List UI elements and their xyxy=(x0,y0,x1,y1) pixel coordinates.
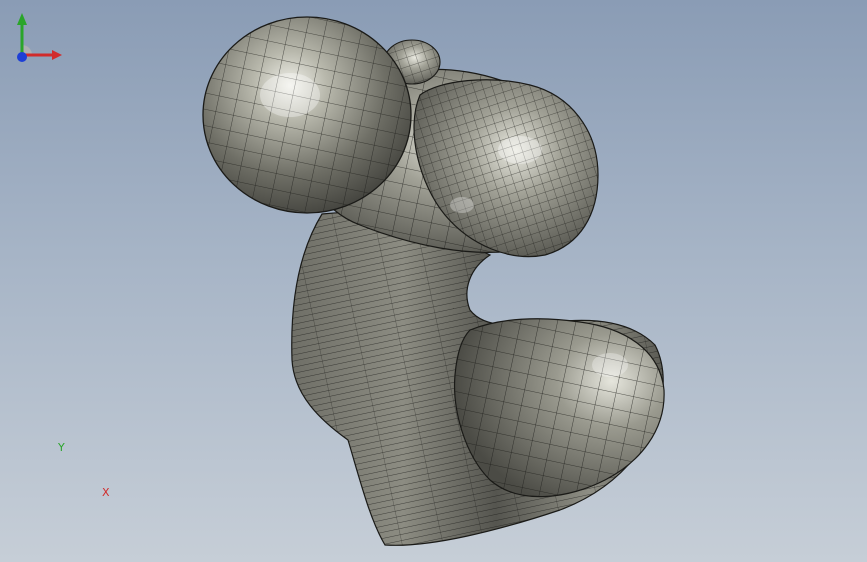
z-axis-dot xyxy=(17,52,27,62)
reference-triad xyxy=(17,13,62,62)
femur-3d-model[interactable] xyxy=(0,0,867,562)
y-axis-label: Y xyxy=(58,441,65,454)
distal-condyle[interactable] xyxy=(453,318,665,498)
x-axis-label: X xyxy=(102,486,110,499)
graphics-viewport[interactable]: X Y xyxy=(0,0,867,562)
femoral-head[interactable] xyxy=(202,16,412,214)
